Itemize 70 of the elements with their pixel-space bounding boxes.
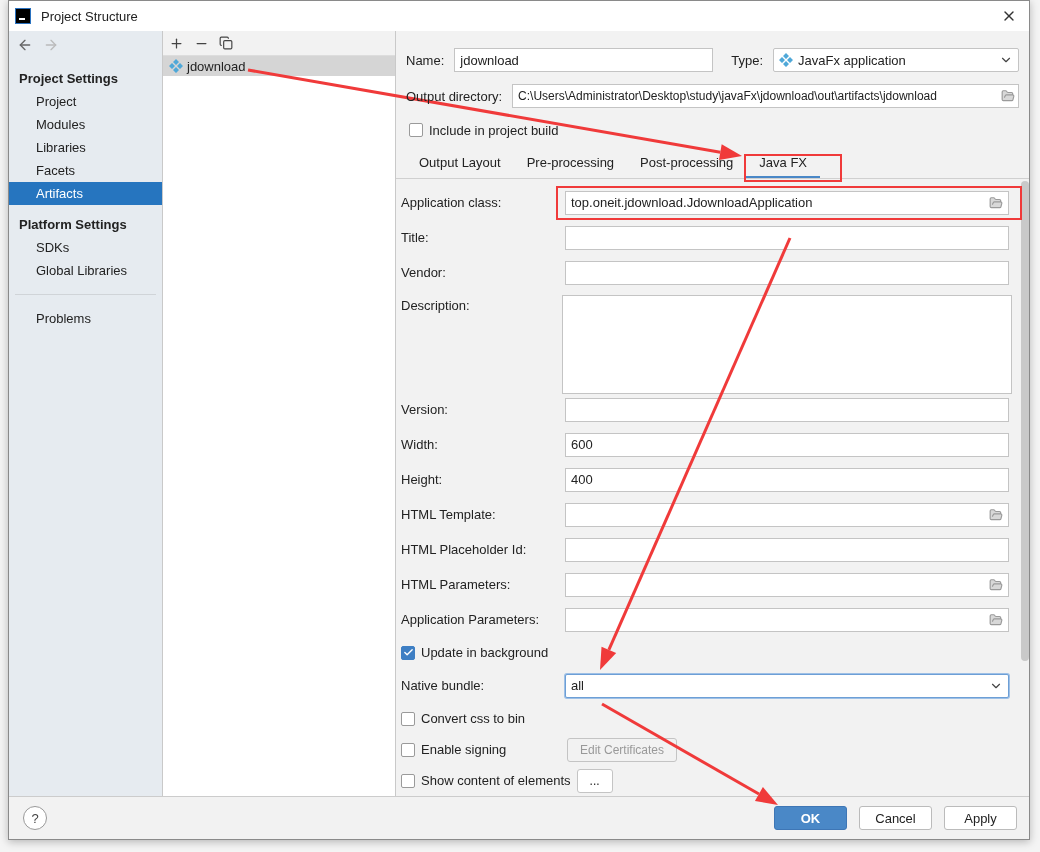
text-field[interactable] <box>565 397 1009 422</box>
sidebar-item[interactable]: Artifacts <box>9 182 162 205</box>
checkbox[interactable]: Update in background <box>401 641 549 664</box>
dialog-button[interactable]: OK <box>774 806 847 830</box>
field-label: Name: <box>406 52 445 68</box>
text-field[interactable] <box>565 260 1009 285</box>
window-title: Project Structure <box>41 8 139 24</box>
folder-icon[interactable] <box>1001 89 1015 103</box>
checkbox[interactable]: Convert css to bin <box>401 707 526 730</box>
artifact-icon <box>169 59 183 73</box>
text-field[interactable] <box>565 572 1009 597</box>
tab[interactable]: Java FX <box>746 151 820 178</box>
text-field[interactable]: 600 <box>565 432 1009 457</box>
field-label: Application class: <box>401 195 503 210</box>
dialog-button[interactable]: Apply <box>944 806 1017 830</box>
back-icon[interactable] <box>17 37 33 53</box>
artifact-item[interactable]: jdownload <box>163 56 395 76</box>
tab[interactable]: Pre-processing <box>513 151 628 178</box>
checkbox[interactable]: Enable signing <box>401 738 507 761</box>
field-label: Application Parameters: <box>401 612 540 627</box>
certificates-button[interactable]: ... <box>576 768 613 793</box>
check-icon <box>402 647 414 658</box>
field-label: Native bundle: <box>401 678 486 693</box>
scrollbar[interactable] <box>1021 181 1029 661</box>
help-button[interactable]: ? <box>23 806 47 830</box>
add-icon[interactable] <box>169 35 184 51</box>
dropdown[interactable]: all <box>565 673 1009 698</box>
name-field[interactable]: jdownload <box>454 48 714 72</box>
field-label: Height: <box>401 472 444 487</box>
sidebar-item[interactable]: Libraries <box>9 136 162 159</box>
text-field[interactable] <box>565 537 1009 562</box>
section-title: Platform Settings <box>18 216 128 234</box>
type-dropdown[interactable]: JavaFx application <box>773 48 1019 72</box>
tab[interactable]: Output Layout <box>406 151 514 178</box>
field-label: HTML Placeholder Id: <box>401 542 528 557</box>
checkbox[interactable]: Include in project build <box>406 119 579 141</box>
tab[interactable]: Post-processing <box>627 151 747 178</box>
sidebar-item[interactable]: SDKs <box>9 236 162 259</box>
field-label: HTML Template: <box>401 507 497 522</box>
forward-icon[interactable] <box>43 37 59 53</box>
checkbox[interactable]: Show content of elements <box>401 769 571 792</box>
field-label: Description: <box>401 297 471 313</box>
sidebar-item[interactable]: Problems <box>9 307 162 330</box>
section-title: Project Settings <box>18 70 119 88</box>
sidebar-item[interactable]: Project <box>9 90 162 113</box>
artifact-icon <box>779 53 794 67</box>
folder-icon[interactable] <box>989 195 1003 210</box>
text-field[interactable] <box>565 225 1009 250</box>
dialog-button[interactable]: Cancel <box>859 806 932 830</box>
folder-icon[interactable] <box>989 507 1003 522</box>
field-label: Output directory: <box>406 88 503 104</box>
text-area[interactable] <box>562 295 1012 394</box>
field-label: HTML Parameters: <box>401 577 512 592</box>
field-label: Width: <box>401 437 439 452</box>
folder-icon[interactable] <box>989 577 1003 592</box>
sidebar-item[interactable]: Modules <box>9 113 162 136</box>
text-field[interactable] <box>565 607 1009 632</box>
app-icon <box>15 8 31 24</box>
text-field[interactable]: 400 <box>565 467 1009 492</box>
copy-icon[interactable] <box>219 36 233 50</box>
field-label: Vendor: <box>401 265 447 280</box>
sidebar-item[interactable]: Facets <box>9 159 162 182</box>
field-label: Version: <box>401 402 449 417</box>
field-label: Title: <box>401 230 430 245</box>
sidebar-item[interactable]: Global Libraries <box>9 259 162 282</box>
output-field[interactable]: C:\Users\Administrator\Desktop\study\javaFx\jdownload\out\artifacts\jdownload <box>512 84 1019 108</box>
text-field[interactable] <box>565 502 1009 527</box>
folder-icon[interactable] <box>989 612 1003 627</box>
text-field[interactable]: top.oneit.jdownload.JdownloadApplication <box>565 190 1009 215</box>
field-label: Type: <box>731 52 764 68</box>
